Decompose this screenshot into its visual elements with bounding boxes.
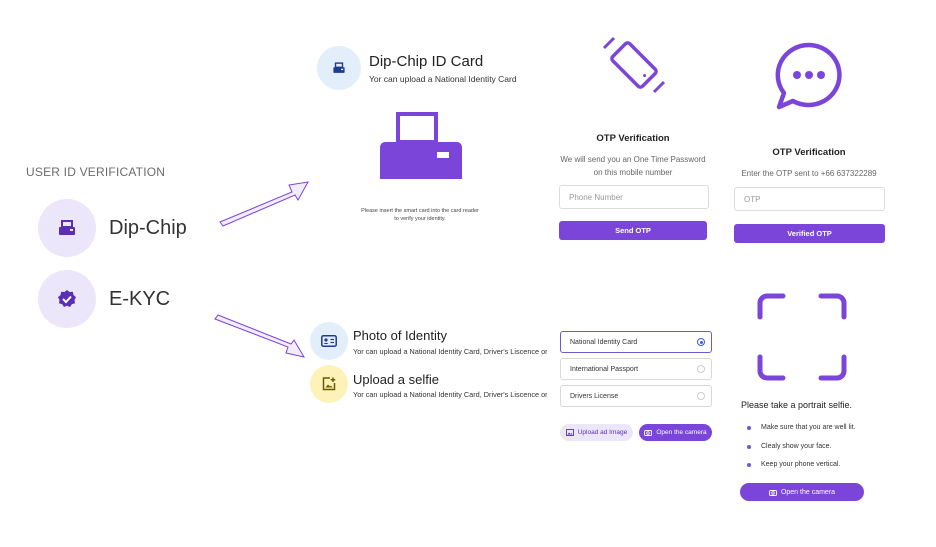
dipchip-instruction: Please insert the smart card into the ca… <box>361 208 479 222</box>
send-otp-button[interactable]: Send OTP <box>559 221 707 240</box>
otp-verify-title: OTP Verification <box>772 147 846 158</box>
photo-identity-title: Photo of Identity <box>353 328 447 343</box>
add-photo-icon <box>310 365 348 403</box>
option-passport[interactable]: International Passport <box>560 358 712 380</box>
section-title: USER ID VERIFICATION <box>26 165 166 179</box>
photo-identity-subtitle: Yor can upload a National Identity Card,… <box>353 347 547 356</box>
method-ekyc[interactable]: E-KYC <box>38 270 170 328</box>
option-national-id[interactable]: National Identity Card <box>560 331 712 353</box>
image-upload-icon <box>565 429 574 436</box>
bullet-icon <box>747 425 751 430</box>
upload-selfie-subtitle: Yor can upload a National Identity Card,… <box>353 390 547 399</box>
radio-selected-icon <box>697 338 705 346</box>
method-dipchip[interactable]: Dip-Chip <box>38 199 187 257</box>
dipchip-title: Dip-Chip ID Card <box>369 53 484 70</box>
otp-send-desc: We will send you an One Time Password on… <box>560 155 706 177</box>
card-reader-icon <box>380 112 462 179</box>
option-drivers-license[interactable]: Drivers License <box>560 385 712 407</box>
id-card-icon <box>310 322 348 360</box>
dipchip-subtitle: Yor can upload a National Identity Card <box>369 74 517 84</box>
selfie-tip-2: Clealy show your face. <box>747 443 831 450</box>
chat-bubble-icon <box>775 42 842 110</box>
upload-image-button[interactable]: Upload ad Image <box>560 424 633 441</box>
arrow-to-dipchip-icon <box>219 181 309 227</box>
selfie-tip-3: Keep your phone vertical. <box>747 461 840 468</box>
card-reader-icon <box>317 46 361 90</box>
phone-number-input[interactable]: Phone Number <box>559 185 709 209</box>
otp-input[interactable]: OTP <box>734 187 885 211</box>
otp-verify-desc: Enter the OTP sent to +66 637322289 <box>741 169 877 178</box>
radio-empty-icon <box>697 392 705 400</box>
method-label-dipchip: Dip-Chip <box>109 216 187 239</box>
open-camera-button[interactable]: Open the camera <box>639 424 712 441</box>
camera-icon <box>769 489 777 496</box>
upload-selfie-title: Upload a selfie <box>353 372 439 387</box>
camera-icon <box>644 430 653 436</box>
verified-badge-icon <box>38 270 96 328</box>
selfie-open-camera-button[interactable]: Open the camera <box>740 483 864 501</box>
radio-empty-icon <box>697 365 705 373</box>
selfie-title: Please take a portrait selfie. <box>741 400 853 410</box>
card-reader-icon <box>38 199 96 257</box>
verify-otp-button[interactable]: Verified OTP <box>734 224 885 243</box>
phone-rotate-icon <box>602 36 666 94</box>
otp-send-title: OTP Verification <box>596 133 670 144</box>
bullet-icon <box>747 444 751 449</box>
selfie-tip-1: Make sure that you are well lit. <box>747 424 856 431</box>
face-scan-frame-icon <box>757 293 847 381</box>
bullet-icon <box>747 462 751 467</box>
method-label-ekyc: E-KYC <box>109 287 171 310</box>
arrow-to-ekyc-icon <box>214 314 306 358</box>
